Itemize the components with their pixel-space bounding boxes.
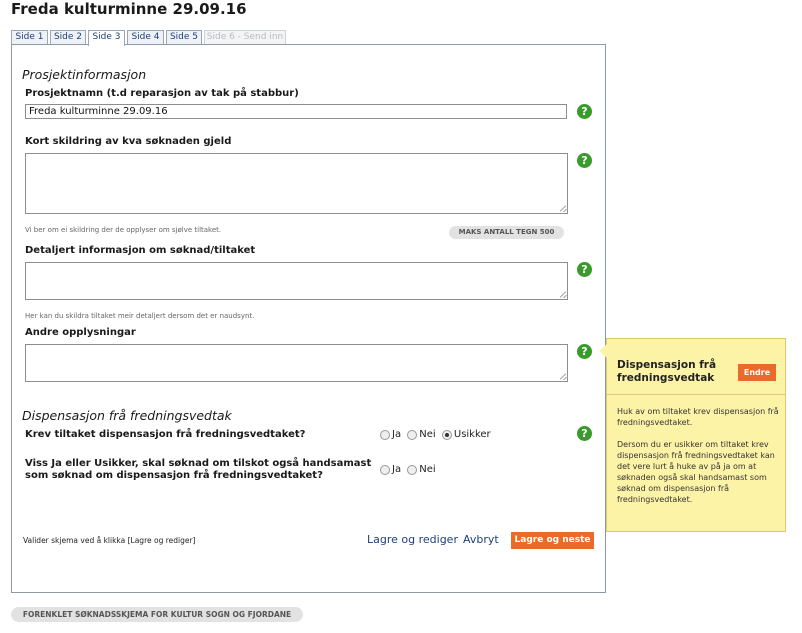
page-title: Freda kulturminne 29.09.16 bbox=[11, 0, 247, 18]
section-heading-dispensation: Dispensasjon frå fredningsvedtak bbox=[22, 408, 232, 423]
tab-side-1[interactable]: Side 1 bbox=[11, 30, 48, 45]
help-tooltip: Dispensasjon frå fredningsvedtak Endre H… bbox=[599, 338, 786, 532]
radio-button[interactable] bbox=[407, 464, 418, 475]
tooltip-divider bbox=[607, 394, 785, 395]
project-name-label: Prosjektnamn (t.d reparasjon av tak på s… bbox=[25, 88, 299, 99]
save-edit-link[interactable]: Lagre og rediger bbox=[367, 533, 458, 546]
detailed-info-label: Detaljert informasjon om søknad/tiltaket bbox=[25, 245, 256, 256]
tooltip-text-1: Huk av om tiltaket krev dispensasjon frå… bbox=[617, 407, 779, 427]
form-name-badge: FORENKLET SØKNADSSKJEMA FOR KULTUR SOGN … bbox=[11, 607, 303, 622]
other-info-label: Andre opplysningar bbox=[25, 327, 136, 338]
radio-usikker[interactable]: Usikker bbox=[441, 429, 491, 440]
short-description-label: Kort skildring av kva søknaden gjeld bbox=[25, 136, 232, 147]
tab-side-3[interactable]: Side 3 bbox=[88, 30, 125, 46]
max-chars-badge: MAKS ANTALL TEGN 500 bbox=[449, 226, 564, 239]
tooltip-title: Dispensasjon frå fredningsvedtak bbox=[617, 359, 717, 384]
resize-handle[interactable] bbox=[559, 291, 566, 298]
also-process-question: Viss Ja eller Usikker, skal søknad om ti… bbox=[25, 458, 372, 481]
endre-button[interactable]: Endre bbox=[738, 364, 776, 381]
help-icon[interactable]: ? bbox=[577, 426, 592, 441]
radio-button-checked[interactable] bbox=[441, 429, 452, 440]
other-info-textarea[interactable] bbox=[25, 344, 568, 382]
validate-instruction: Valider skjema ved å klikka [Lagre og re… bbox=[23, 536, 196, 545]
radio-nei[interactable]: Nei bbox=[407, 429, 436, 440]
short-description-textarea[interactable] bbox=[25, 153, 568, 214]
detailed-info-hint: Her kan du skildra tiltaket meir detalje… bbox=[25, 312, 255, 320]
also-process-radio-group: Ja Nei bbox=[380, 464, 439, 478]
radio-button[interactable] bbox=[380, 464, 390, 475]
radio-button[interactable] bbox=[380, 429, 390, 440]
help-icon[interactable]: ? bbox=[577, 153, 592, 168]
tab-side-5[interactable]: Side 5 bbox=[166, 30, 202, 45]
tooltip-text-2: Dersom du er usikker om tiltaket krev di… bbox=[617, 440, 775, 504]
section-heading-project: Prosjektinformasjon bbox=[22, 67, 147, 82]
short-description-hint: Vi ber om ei skildring der de opplyser o… bbox=[25, 226, 222, 234]
project-name-input[interactable] bbox=[25, 104, 567, 119]
radio-nei[interactable]: Nei bbox=[407, 464, 436, 475]
detailed-info-textarea[interactable] bbox=[25, 262, 568, 300]
tab-side-2[interactable]: Side 2 bbox=[50, 30, 86, 45]
resize-handle[interactable] bbox=[559, 205, 566, 212]
cancel-link[interactable]: Avbryt bbox=[463, 533, 499, 546]
tab-side-4[interactable]: Side 4 bbox=[127, 30, 164, 45]
tab-side-6-send-inn: Side 6 - Send inn bbox=[204, 30, 286, 45]
help-icon[interactable]: ? bbox=[577, 344, 592, 359]
tooltip-arrow bbox=[599, 344, 607, 358]
dispensation-radio-group: Ja Nei Usikker bbox=[380, 429, 494, 443]
radio-ja[interactable]: Ja bbox=[380, 429, 401, 440]
help-icon[interactable]: ? bbox=[577, 262, 592, 277]
resize-handle[interactable] bbox=[559, 373, 566, 380]
help-icon[interactable]: ? bbox=[577, 104, 592, 119]
dispensation-question: Krev tiltaket dispensasjon frå frednings… bbox=[25, 429, 306, 440]
radio-button[interactable] bbox=[407, 429, 418, 440]
save-next-button[interactable]: Lagre og neste bbox=[511, 532, 594, 549]
radio-ja[interactable]: Ja bbox=[380, 464, 401, 475]
